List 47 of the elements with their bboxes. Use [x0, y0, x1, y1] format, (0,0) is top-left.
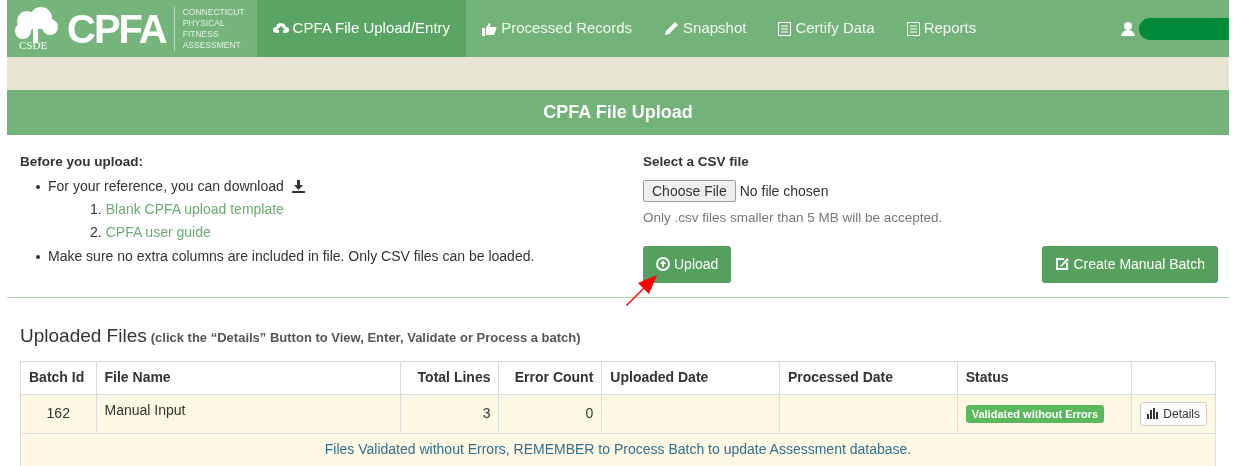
column-header: Processed Date — [779, 361, 958, 394]
instruction-text: Make sure no extra columns are included in file. Only CSV files can be loaded. — [48, 247, 535, 267]
table-cell: 0 — [498, 394, 602, 433]
column-header: Error Count — [498, 361, 602, 394]
list-number: 1. — [90, 200, 102, 220]
pencil-icon — [664, 21, 680, 36]
status-badge: Validated without Errors — [965, 405, 1105, 423]
thumbs-up-icon — [482, 21, 498, 36]
list-icon — [906, 21, 920, 36]
user-icon — [1121, 21, 1135, 36]
upload-circle-icon — [656, 257, 670, 271]
choose-file-button[interactable]: Choose File — [643, 180, 736, 203]
nav-tab[interactable]: Certify Data — [762, 0, 891, 57]
nav-tab[interactable]: Snapshot — [648, 0, 763, 57]
logo-subtitle: CONNECTICUT PHYSICAL FITNESS ASSESSMENT — [173, 6, 245, 51]
instruction-text: For your reference, you can download — [48, 177, 284, 197]
section-hint: (click the “Details” Button to View, Enter, Validate or Process a batch) — [150, 329, 581, 347]
table-cell: Manual Input — [96, 394, 401, 433]
details-button[interactable]: Details — [1140, 401, 1207, 426]
list-number: 2. — [90, 223, 102, 243]
logo-wordmark: CPFA — [67, 6, 166, 51]
create-manual-batch-button[interactable]: Create Manual Batch — [1042, 245, 1218, 283]
nav-tab[interactable]: CPFA File Upload/Entry — [256, 0, 467, 57]
list-icon — [778, 21, 792, 36]
edit-icon — [1055, 257, 1070, 271]
download-icon — [291, 180, 305, 194]
instructions-heading: Before you upload: — [20, 153, 144, 171]
bar-chart-icon — [1147, 408, 1160, 419]
column-header: File Name — [96, 361, 401, 394]
table-message: Files Validated without Errors, REMEMBER to Process Batch to update Assessment database. — [20, 433, 1216, 466]
table-cell: 3 — [400, 394, 499, 433]
upload-button[interactable]: Upload — [643, 245, 732, 283]
download-link[interactable]: Blank CPFA upload template — [105, 199, 284, 221]
cloud-upload-icon — [272, 22, 289, 35]
column-header: Batch Id — [20, 361, 96, 394]
page-title: CPFA File Upload — [543, 101, 693, 124]
file-status-text: No file chosen — [739, 181, 829, 201]
download-link[interactable]: CPFA user guide — [105, 222, 211, 244]
column-header: Uploaded Date — [601, 361, 780, 394]
file-help-text: Only .csv files smaller than 5 MB will be accepted. — [643, 209, 944, 228]
nav-tab[interactable]: Reports — [890, 0, 993, 57]
nav-tab[interactable]: Processed Records — [466, 0, 649, 57]
table-cell: 162 — [20, 394, 96, 433]
column-header: Status — [957, 361, 1132, 394]
section-title: Uploaded Files — [20, 324, 147, 348]
column-header: Total Lines — [400, 361, 499, 394]
file-select-label: Select a CSV file — [643, 153, 750, 171]
